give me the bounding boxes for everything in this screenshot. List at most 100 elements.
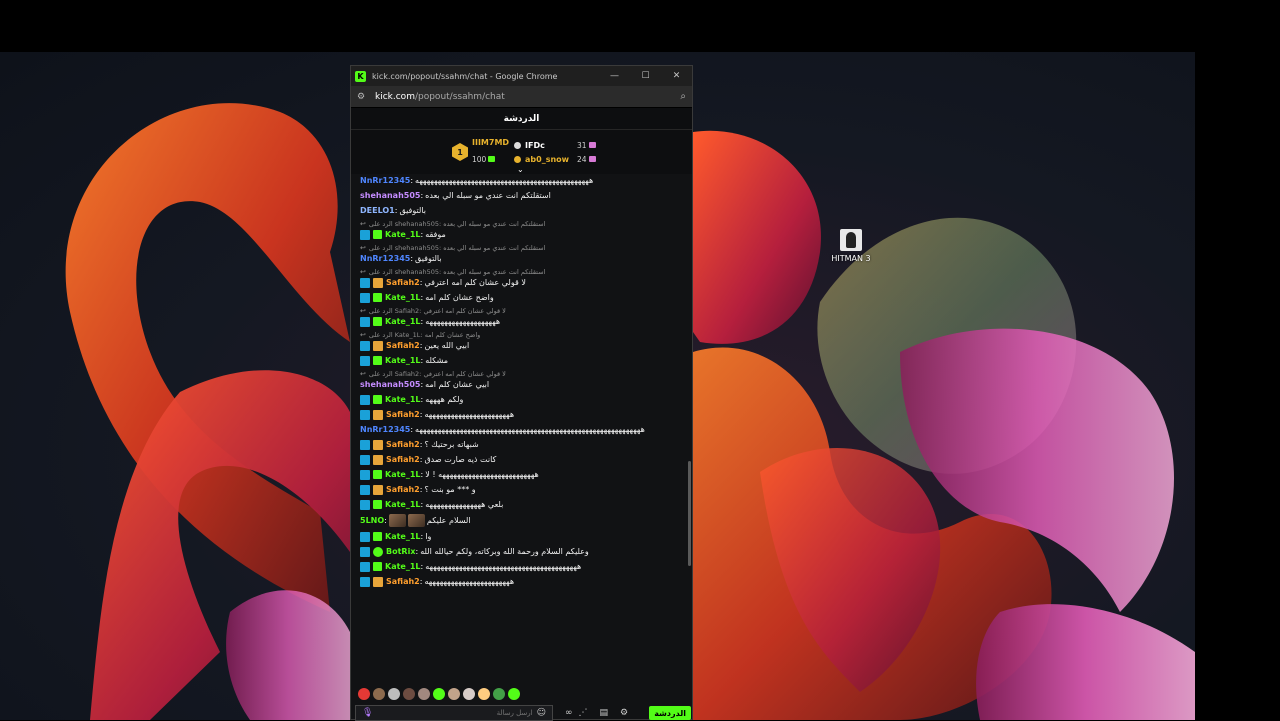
- desktop-shortcut-label: HITMAN 3: [831, 254, 871, 263]
- chat-username[interactable]: Safiah2: [386, 277, 420, 288]
- desktop-shortcut-hitman3[interactable]: HITMAN 3: [826, 229, 876, 263]
- minimize-button[interactable]: —: [599, 66, 630, 86]
- reply-context[interactable]: ↩ الرد على Kate_1L: واضح عشان كلم امه: [360, 331, 692, 340]
- site-info-icon[interactable]: ⚙: [357, 92, 371, 102]
- chat-username[interactable]: DEELO1: [360, 205, 395, 216]
- quick-emote-icon[interactable]: [388, 688, 400, 700]
- chat-message[interactable]: BotRix: وعليكم السلام ورحمة الله وبركاته،…: [360, 546, 692, 557]
- infinity-icon[interactable]: ∞: [565, 708, 573, 718]
- reply-context[interactable]: ↩ الرد على shehanah505: استقلتكم انت عندي…: [360, 268, 692, 277]
- chat-username[interactable]: Kate_1L: [385, 469, 421, 480]
- emote-image: [388, 514, 406, 527]
- chat-message[interactable]: Safiah2: هههههههههههههههههههههههه: [360, 576, 692, 587]
- chat-message[interactable]: shehanah505: ابيي عشان كلم امه: [360, 379, 692, 390]
- chat-username[interactable]: Kate_1L: [385, 499, 421, 510]
- chat-message[interactable]: NnRr12345: هههههههههههههههههههههههههههههه…: [360, 424, 692, 435]
- quick-emote-icon[interactable]: [358, 688, 370, 700]
- chat-message[interactable]: Safiah2: ابيي الله يعين: [360, 340, 692, 351]
- chat-username[interactable]: shehanah505: [360, 190, 420, 201]
- chat-username[interactable]: Kate_1L: [385, 316, 421, 327]
- chat-message-list[interactable]: NnRr12345: هههههههههههههههههههههههههههههه…: [351, 175, 692, 680]
- leaderboard-second[interactable]: IFDc 31: [514, 138, 596, 152]
- chat-username[interactable]: Safiah2: [386, 576, 420, 587]
- chat-username[interactable]: Kate_1L: [385, 561, 421, 572]
- reply-context[interactable]: ↩ الرد على shehanah505: استقلتكم انت عندي…: [360, 220, 692, 229]
- chat-username[interactable]: Kate_1L: [385, 355, 421, 366]
- quick-emote-icon[interactable]: [508, 688, 520, 700]
- quick-emote-icon[interactable]: [478, 688, 490, 700]
- chat-username[interactable]: NnRr12345: [360, 424, 410, 435]
- chat-message[interactable]: Safiah2: لا قولي عشان كلم امه اعترفي: [360, 277, 692, 288]
- chat-message-text: هههههههههههههههههههههههه: [424, 577, 515, 586]
- zoom-icon[interactable]: ⌕: [680, 91, 686, 102]
- chat-username[interactable]: Kate_1L: [385, 292, 421, 303]
- chat-username[interactable]: NnRr12345: [360, 175, 410, 186]
- chat-message[interactable]: NnRr12345: هههههههههههههههههههههههههههههه…: [360, 175, 692, 186]
- quick-emote-icon[interactable]: [418, 688, 430, 700]
- chat-message[interactable]: Safiah2: كانت ذيه صارت صدق: [360, 454, 692, 465]
- chat-message[interactable]: 5LNO: السلام عليكم: [360, 514, 692, 527]
- url-text[interactable]: kick.com/popout/ssahm/chat: [375, 92, 680, 102]
- chat-username[interactable]: Safiah2: [386, 409, 420, 420]
- reply-context[interactable]: ↩ الرد على Safiah2: لا قولي عشان كلم امه …: [360, 307, 692, 316]
- chat-scrollbar[interactable]: [688, 461, 691, 566]
- reply-arrow-icon: ↩: [360, 370, 366, 378]
- chat-username[interactable]: Safiah2: [386, 484, 420, 495]
- chat-username[interactable]: Kate_1L: [385, 394, 421, 405]
- chat-message[interactable]: DEELO1: بالتوفيق: [360, 205, 692, 216]
- green-badge-icon: [373, 356, 382, 365]
- maximize-button[interactable]: ☐: [630, 66, 661, 86]
- leaderboard-third[interactable]: ab0_snow 24: [514, 152, 596, 166]
- settings-gear-icon[interactable]: ⚙: [620, 708, 628, 718]
- chat-username[interactable]: BotRix: [386, 546, 415, 557]
- og-badge-icon: [360, 499, 370, 510]
- chat-message-input[interactable]: [373, 709, 533, 717]
- quick-emote-icon[interactable]: [463, 688, 475, 700]
- chat-message[interactable]: Kate_1L: موفقه: [360, 229, 692, 240]
- chat-message[interactable]: Safiah2: و *** مو بنت ؟: [360, 484, 692, 495]
- chat-username[interactable]: Safiah2: [386, 340, 420, 351]
- chat-message[interactable]: Safiah2: شبهاته برحتيك ؟: [360, 439, 692, 450]
- chat-message[interactable]: Kate_1L: هههههههههههههههههههههههههههههههه…: [360, 561, 692, 572]
- reply-context[interactable]: ↩ الرد على shehanah505: استقلتكم انت عندي…: [360, 244, 692, 253]
- window-titlebar[interactable]: K kick.com/popout/ssahm/chat - Google Ch…: [351, 66, 692, 86]
- mic-icon[interactable]: 🎙: [362, 708, 373, 718]
- chat-username[interactable]: Safiah2: [386, 439, 420, 450]
- quick-emote-icon[interactable]: [448, 688, 460, 700]
- chat-input-container[interactable]: 🎙 ☺: [355, 705, 553, 721]
- chat-username[interactable]: Kate_1L: [385, 229, 421, 240]
- reply-context[interactable]: ↩ الرد على Safiah2: لا قولي عشان كلم امه …: [360, 370, 692, 379]
- send-chat-button[interactable]: الدردشة: [649, 706, 691, 720]
- chat-username[interactable]: Safiah2: [386, 454, 420, 465]
- quick-emote-icon[interactable]: [373, 688, 385, 700]
- chat-username[interactable]: 5LNO: [360, 515, 384, 526]
- chat-username[interactable]: shehanah505: [360, 379, 420, 390]
- chat-message[interactable]: Safiah2: هههههههههههههههههههههههه: [360, 409, 692, 420]
- chat-message[interactable]: shehanah505: استقلتكم انت عندي مو سبله ال…: [360, 190, 692, 201]
- screen: HITMAN 3 K kick.com/popout/ssahm/chat - …: [0, 0, 1280, 721]
- quick-emote-icon[interactable]: [403, 688, 415, 700]
- og-badge-icon: [360, 546, 370, 557]
- username-separator: :: [420, 230, 424, 239]
- chat-message[interactable]: Kate_1L: واضح عشان كلم امه: [360, 292, 692, 303]
- chat-message[interactable]: Kate_1L: ولكم ههههه: [360, 394, 692, 405]
- quick-emote-icon[interactable]: [493, 688, 505, 700]
- address-bar[interactable]: ⚙ kick.com/popout/ssahm/chat ⌕: [351, 86, 692, 108]
- leaderboard-first[interactable]: 1 IIIM7MD 100: [452, 138, 509, 166]
- share-icon[interactable]: ⋰: [579, 708, 588, 718]
- chat-message[interactable]: Kate_1L: وا: [360, 531, 692, 542]
- chat-message-text: شبهاته برحتيك ؟: [424, 440, 479, 449]
- chat-username[interactable]: Kate_1L: [385, 531, 421, 542]
- chat-username[interactable]: NnRr12345: [360, 253, 410, 264]
- emoji-picker-icon[interactable]: ☺: [537, 708, 546, 718]
- chat-message[interactable]: Kate_1L: هههههههههههههههههههه: [360, 316, 692, 327]
- quick-emote-icon[interactable]: [433, 688, 445, 700]
- og-badge-icon: [360, 469, 370, 480]
- collapse-leaderboard-icon[interactable]: ⌄: [517, 165, 524, 174]
- chat-message[interactable]: Kate_1L: مشكله: [360, 355, 692, 366]
- close-button[interactable]: ✕: [661, 66, 692, 86]
- store-icon[interactable]: ▤: [600, 708, 609, 718]
- chat-message[interactable]: NnRr12345: بالتوفيق: [360, 253, 692, 264]
- chat-message[interactable]: Kate_1L: ههههههههههههههههههههههههههه ! لا: [360, 469, 692, 480]
- chat-message[interactable]: Kate_1L: بلعي هههههههههههههههه: [360, 499, 692, 510]
